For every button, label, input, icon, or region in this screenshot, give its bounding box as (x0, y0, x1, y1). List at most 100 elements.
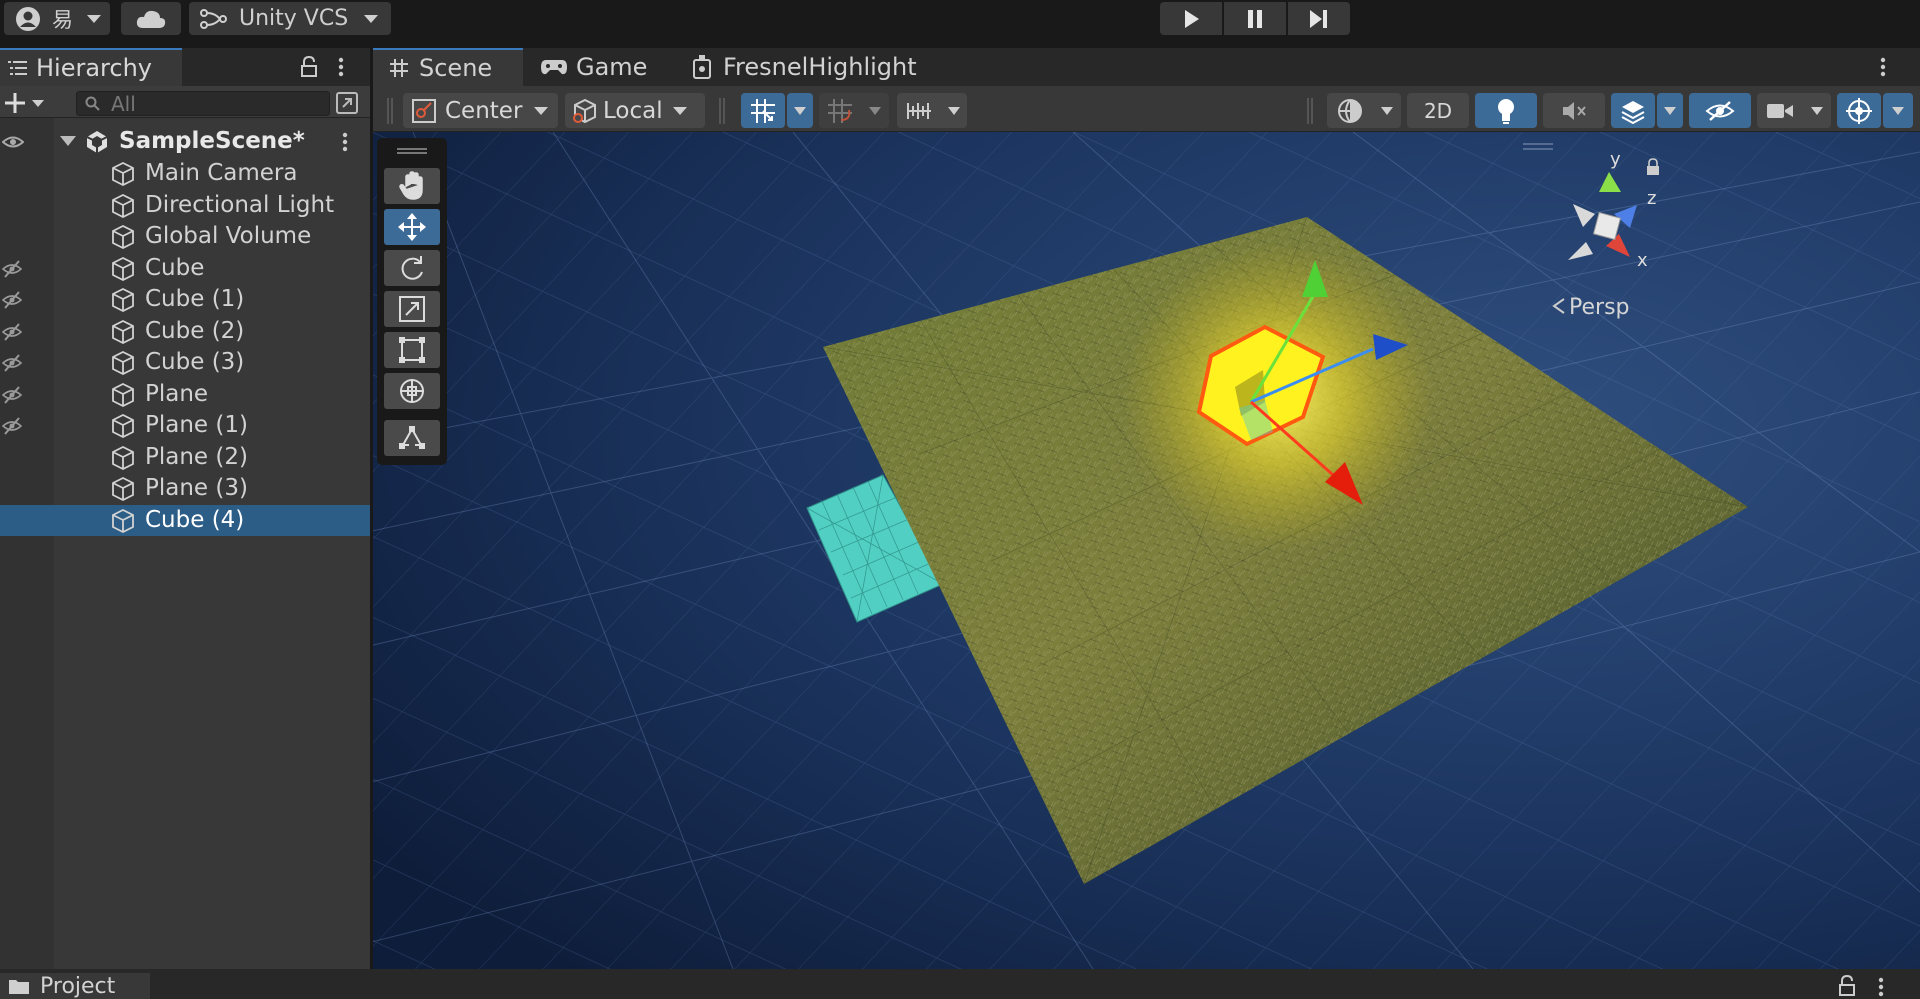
tab-scene[interactable]: Scene (373, 48, 523, 86)
transform-combo-icon (400, 379, 424, 403)
hierarchy-item[interactable]: Cube (3) (0, 347, 370, 378)
hierarchy-item-label: Plane (3) (145, 475, 248, 501)
hierarchy-search-input[interactable]: All (76, 91, 330, 116)
hierarchy-item[interactable]: Plane (0, 379, 370, 410)
tab-fresnel-highlight[interactable]: FresnelHighlight (691, 48, 931, 86)
projection-label[interactable]: Persp (1569, 295, 1630, 320)
scene-name: SampleScene* (119, 128, 305, 154)
grid-snapping-dropdown[interactable] (787, 93, 813, 128)
cloud-button[interactable] (121, 2, 181, 35)
lock-icon[interactable] (1838, 975, 1856, 997)
transform-tool-button[interactable] (384, 373, 440, 409)
rotate-icon (401, 256, 423, 280)
foldout-arrow-icon[interactable] (60, 136, 76, 146)
vcs-label: Unity VCS (239, 6, 349, 31)
scene-render[interactable]: y z x Persp (373, 132, 1920, 969)
hidden-eye-icon[interactable] (1, 322, 23, 342)
fresnel-tab-label: FresnelHighlight (723, 53, 917, 81)
move-arrows-icon (398, 213, 426, 241)
hierarchy-item[interactable]: Cube (4) (0, 504, 370, 536)
play-button[interactable] (1160, 2, 1222, 35)
chevron-down-icon (1892, 106, 1904, 115)
unity-vcs-button[interactable]: Unity VCS (189, 2, 391, 35)
tab-hierarchy[interactable]: Hierarchy (0, 48, 182, 86)
kebab-menu-icon[interactable] (342, 132, 348, 152)
lock-icon[interactable] (300, 56, 318, 78)
rect-tool-button[interactable] (384, 332, 440, 368)
pivot-rotation-dropdown[interactable]: Local (565, 93, 705, 128)
move-tool-button[interactable] (384, 209, 440, 245)
hierarchy-item[interactable]: Plane (1) (0, 410, 370, 441)
hierarchy-item[interactable]: Cube (2) (0, 316, 370, 347)
playback-controls (1160, 2, 1350, 35)
hand-icon (399, 171, 423, 200)
grid-snap-icon (751, 98, 775, 123)
hierarchy-panel: Hierarchy All SampleScene* Main Camera Di… (0, 48, 370, 969)
hierarchy-item[interactable]: Cube (0, 253, 370, 284)
gameobject-cube-icon (110, 508, 136, 534)
hierarchy-item-label: Plane (2) (145, 443, 248, 470)
gameobject-cube-icon (110, 476, 136, 502)
chevron-down-icon (794, 106, 806, 115)
custom-tool-button[interactable] (384, 420, 440, 456)
pause-button[interactable] (1224, 2, 1286, 35)
hidden-eye-icon[interactable] (1, 353, 23, 373)
hierarchy-item[interactable]: Cube (1) (0, 284, 370, 315)
hierarchy-item-label: Main Camera (145, 160, 298, 186)
hidden-eye-icon[interactable] (1, 290, 23, 310)
hidden-eye-icon[interactable] (1, 385, 23, 405)
play-icon (1185, 9, 1199, 28)
rect-transform-icon (399, 337, 425, 363)
tab-game[interactable]: Game (540, 48, 670, 86)
gameobject-cube-icon (110, 256, 136, 282)
hierarchy-item[interactable]: Main Camera (0, 158, 370, 189)
search-icon (85, 96, 100, 111)
hierarchy-item-label: Plane (1) (145, 412, 248, 438)
kebab-menu-icon[interactable] (1878, 977, 1884, 997)
draw-mode-dropdown[interactable] (1327, 93, 1401, 128)
plus-icon (5, 93, 25, 113)
game-tab-label: Game (576, 53, 648, 81)
rotate-tool-button[interactable] (384, 250, 440, 286)
audio-toggle[interactable] (1543, 93, 1605, 128)
ruler-dropdown[interactable] (897, 93, 967, 128)
scene-viewport[interactable]: y z x Persp (373, 132, 1920, 969)
scene-visibility-toggle[interactable] (1689, 93, 1751, 128)
local-cube-icon (573, 98, 596, 123)
create-button[interactable] (4, 90, 54, 116)
shader-graph-icon (693, 55, 711, 79)
tools-overlay-grip[interactable] (397, 148, 427, 154)
gizmos-dropdown[interactable] (1883, 93, 1913, 128)
hierarchy-item-label: Cube (2) (145, 317, 245, 344)
view-tool-button[interactable] (384, 168, 440, 204)
hierarchy-item[interactable]: Global Volume (0, 221, 370, 252)
camera-settings-dropdown[interactable] (1757, 93, 1831, 128)
scene-root-row[interactable]: SampleScene* (0, 126, 370, 157)
tab-project[interactable]: Project (0, 973, 150, 999)
hierarchy-item-label: Cube (3) (145, 349, 245, 375)
gizmos-toggle[interactable] (1837, 93, 1881, 128)
account-button[interactable]: 易 (4, 2, 110, 35)
toggle-2d-button[interactable]: 2D (1407, 93, 1469, 128)
hidden-eye-icon[interactable] (1, 416, 23, 436)
step-button[interactable] (1288, 2, 1350, 35)
increment-snap-toggle[interactable] (819, 93, 889, 128)
scene-visibility-icon[interactable] (335, 91, 359, 115)
kebab-menu-icon[interactable] (1880, 57, 1886, 77)
hierarchy-item[interactable]: Plane (3) (0, 473, 370, 504)
scale-tool-button[interactable] (384, 291, 440, 327)
lighting-toggle[interactable] (1475, 93, 1537, 128)
pivot-mode-dropdown[interactable]: Center (403, 93, 558, 128)
hierarchy-item-label: Cube (1) (145, 286, 245, 312)
grid-snapping-toggle[interactable] (741, 93, 785, 128)
camera-icon (1767, 103, 1793, 118)
scene-visibility-toggle-icon[interactable] (2, 131, 24, 153)
hidden-eye-icon[interactable] (1, 259, 23, 279)
hierarchy-item[interactable]: Plane (2) (0, 442, 370, 473)
pivot-rotation-label: Local (603, 97, 663, 124)
effects-dropdown[interactable] (1657, 93, 1683, 128)
kebab-menu-icon[interactable] (338, 57, 344, 77)
hierarchy-item[interactable]: Directional Light (0, 190, 370, 221)
toolbar-grip (719, 98, 725, 124)
effects-toggle[interactable] (1611, 93, 1655, 128)
